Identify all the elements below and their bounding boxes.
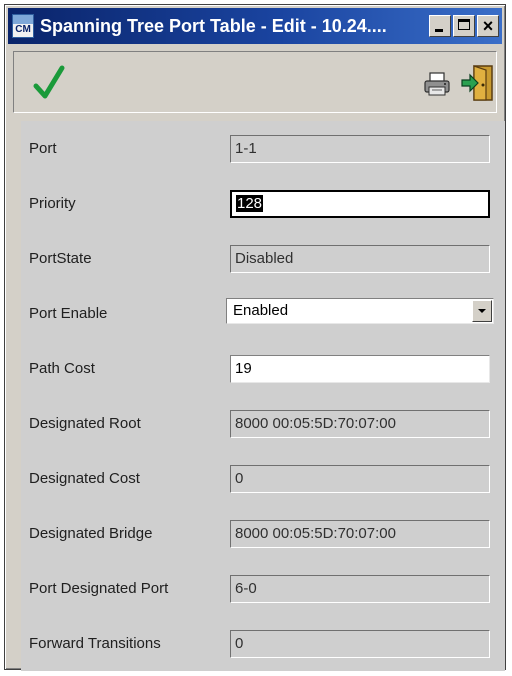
row-designated-cost: Designated Cost 0	[21, 459, 505, 499]
port-designated-port-field: 6-0	[230, 575, 490, 603]
row-forward-transitions: Forward Transitions 0	[21, 624, 505, 664]
minimize-icon	[435, 29, 443, 32]
exit-icon[interactable]	[460, 64, 494, 102]
port-state-label: PortState	[29, 250, 92, 267]
minimize-button[interactable]	[429, 15, 451, 37]
window-title: Spanning Tree Port Table - Edit - 10.24.…	[40, 15, 387, 36]
maximize-button[interactable]	[453, 15, 475, 37]
designated-bridge-field: 8000 00:05:5D:70:07:00	[230, 520, 490, 548]
port-field: 1-1	[230, 135, 490, 163]
printer-icon[interactable]	[424, 72, 450, 96]
close-button[interactable]: ×	[477, 15, 499, 37]
port-enable-value: Enabled	[233, 302, 289, 319]
port-enable-label: Port Enable	[29, 305, 108, 322]
designated-bridge-label: Designated Bridge	[29, 525, 153, 542]
row-path-cost: Path Cost 19	[21, 349, 505, 389]
port-designated-port-label: Port Designated Port	[29, 580, 169, 597]
row-port: Port 1-1	[21, 129, 505, 169]
row-designated-root: Designated Root 8000 00:05:5D:70:07:00	[21, 404, 505, 444]
row-port-enable: Port Enable Enabled	[21, 294, 505, 334]
row-port-designated-port: Port Designated Port 6-0	[21, 569, 505, 609]
priority-label: Priority	[29, 195, 76, 212]
priority-input[interactable]: 128	[230, 190, 490, 218]
app-icon[interactable]: CM	[12, 14, 34, 38]
designated-cost-field: 0	[230, 465, 490, 493]
title-bar[interactable]: CM Spanning Tree Port Table - Edit - 10.…	[8, 8, 502, 44]
port-label: Port	[29, 140, 57, 157]
port-state-field: Disabled	[230, 245, 490, 273]
dialog-window: CM Spanning Tree Port Table - Edit - 10.…	[4, 4, 506, 671]
check-icon[interactable]	[32, 62, 66, 102]
row-priority: Priority 128	[21, 184, 505, 224]
dropdown-button[interactable]	[472, 300, 492, 322]
priority-value: 128	[236, 195, 264, 212]
row-port-state: PortState Disabled	[21, 239, 505, 279]
path-cost-input[interactable]: 19	[230, 355, 490, 383]
forward-transitions-field: 0	[230, 630, 490, 658]
form-panel: Port 1-1 Priority 128 PortState Disabled…	[21, 121, 505, 671]
path-cost-label: Path Cost	[29, 360, 95, 377]
forward-transitions-label: Forward Transitions	[29, 635, 161, 652]
designated-root-label: Designated Root	[29, 415, 141, 432]
toolbar	[13, 51, 497, 113]
chevron-down-icon	[478, 309, 486, 313]
designated-root-field: 8000 00:05:5D:70:07:00	[230, 410, 490, 438]
close-icon: ×	[482, 16, 494, 36]
designated-cost-label: Designated Cost	[29, 470, 140, 487]
port-enable-select[interactable]: Enabled	[226, 298, 494, 324]
row-designated-bridge: Designated Bridge 8000 00:05:5D:70:07:00	[21, 514, 505, 554]
maximize-icon	[458, 19, 470, 30]
